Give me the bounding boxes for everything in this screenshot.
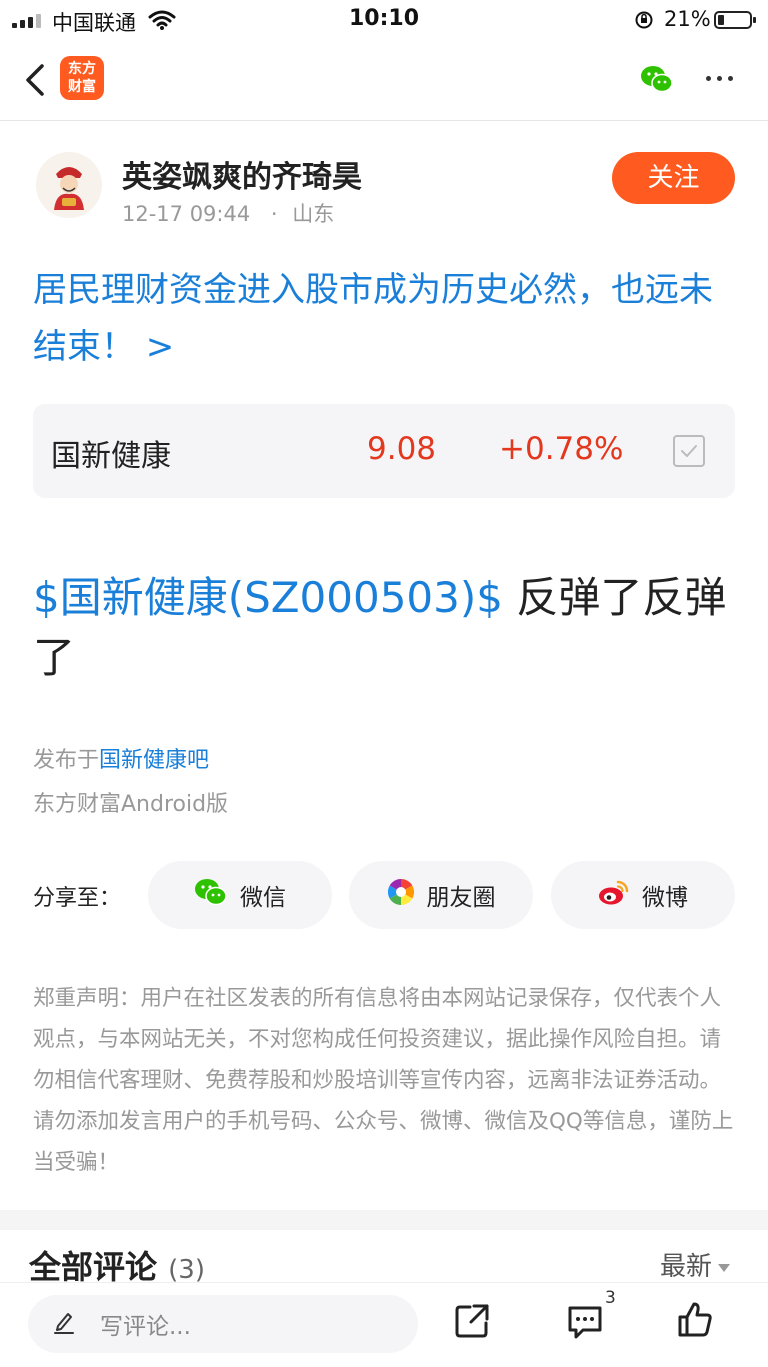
logo-text-top: 东方: [68, 61, 96, 77]
sort-dropdown[interactable]: 最新: [660, 1246, 731, 1283]
pencil-icon: [52, 1309, 76, 1339]
stock-tag-link[interactable]: $国新健康(SZ000503)$: [33, 573, 503, 622]
publish-info: 发布于国新健康吧: [33, 742, 209, 774]
comment-input[interactable]: 写评论...: [28, 1295, 418, 1353]
topic-link[interactable]: 居民理财资金进入股市成为历史必然，也远未结束！ >: [33, 262, 733, 376]
section-divider: [0, 1210, 768, 1230]
app-logo: 东方 财富: [60, 56, 104, 100]
battery-icon: [714, 11, 756, 29]
share-wechat-label: 微信: [240, 885, 286, 911]
comment-placeholder: 写评论...: [100, 1314, 191, 1340]
nav-bar: 东方 财富: [0, 40, 768, 121]
stock-card[interactable]: 国新健康 9.08 +0.78%: [33, 404, 735, 498]
wechat-icon: [194, 878, 228, 912]
caret-down-icon: [718, 1263, 731, 1272]
comment-count-badge: 3: [605, 1288, 616, 1308]
publish-prefix: 发布于: [33, 748, 100, 773]
stock-price: 9.08: [367, 431, 437, 467]
post-location: 山东: [292, 202, 335, 226]
disclaimer-text: 郑重声明：用户在社区发表的所有信息将由本网站记录保存，仅代表个人观点，与本网站无…: [33, 986, 734, 1175]
follow-button[interactable]: 关注: [612, 152, 735, 204]
share-weibo-label: 微博: [642, 885, 688, 911]
battery-percent: 21%: [664, 7, 711, 31]
wechat-icon[interactable]: [640, 64, 674, 98]
back-arrow-icon[interactable]: [22, 60, 52, 100]
forum-link[interactable]: 国新健康吧: [99, 748, 209, 773]
share-moments-label: 朋友圈: [426, 885, 496, 911]
weibo-icon: [598, 878, 630, 912]
rotation-lock-icon: [634, 10, 654, 34]
add-watchlist-checkbox[interactable]: [673, 435, 705, 467]
stock-name: 国新健康: [51, 439, 171, 474]
share-wechat-button[interactable]: 微信: [148, 861, 332, 929]
logo-text-bottom: 财富: [68, 79, 96, 95]
share-label: 分享至：: [33, 886, 122, 911]
share-icon[interactable]: [454, 1303, 490, 1343]
post-content: $国新健康(SZ000503)$ 反弹了反弹了: [33, 568, 745, 688]
comments-count: (3): [168, 1255, 205, 1285]
bottom-bar: 写评论... 3: [0, 1282, 768, 1367]
meta-separator: ·: [270, 202, 278, 226]
more-icon[interactable]: [706, 76, 733, 81]
thumbs-up-icon[interactable]: [676, 1301, 714, 1343]
author-name[interactable]: 英姿飒爽的齐琦昊: [122, 152, 362, 196]
stock-change: +0.78%: [499, 431, 624, 467]
avatar[interactable]: [36, 152, 102, 218]
moments-icon: [387, 878, 415, 912]
post-meta: 12-17 09:44 · 山东: [122, 198, 334, 228]
share-weibo-button[interactable]: 微博: [551, 861, 735, 929]
comment-icon[interactable]: [566, 1303, 604, 1345]
sort-label: 最新: [660, 1252, 713, 1282]
status-bar: 中国联通 10:10 21%: [0, 0, 768, 40]
comments-title: 全部评论: [29, 1248, 158, 1286]
share-moments-button[interactable]: 朋友圈: [349, 861, 533, 929]
post-time: 12-17 09:44: [122, 202, 251, 226]
client-info: 东方财富Android版: [33, 792, 229, 817]
